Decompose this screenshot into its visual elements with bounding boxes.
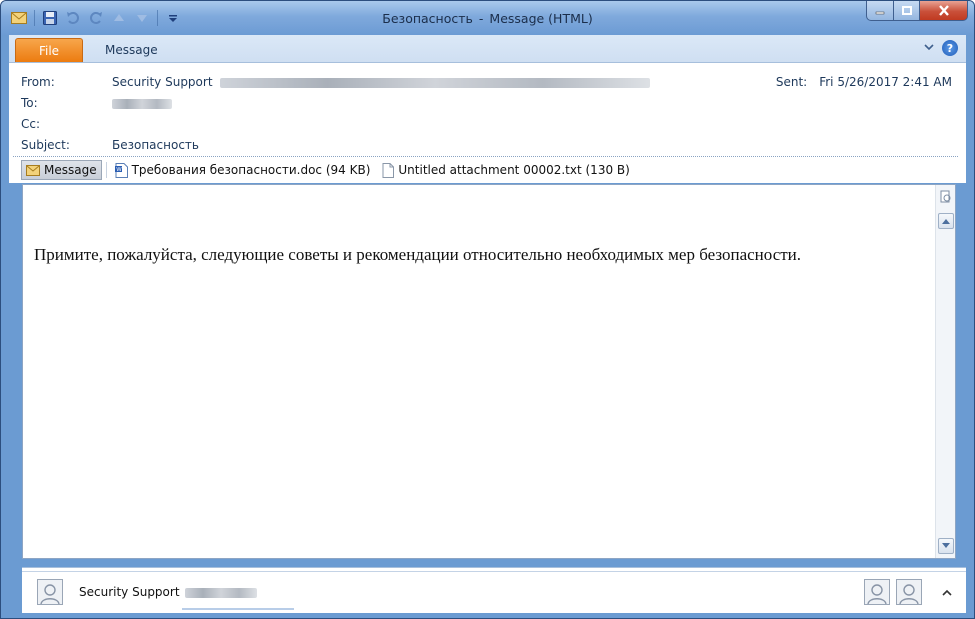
minimize-button[interactable] bbox=[866, 1, 894, 21]
person-silhouette-icon bbox=[40, 584, 60, 604]
from-value[interactable]: Security Support bbox=[112, 75, 651, 89]
attachment-separator bbox=[105, 162, 107, 178]
to-value[interactable] bbox=[112, 96, 172, 110]
scroll-up-button[interactable] bbox=[938, 213, 954, 229]
envelope-icon bbox=[26, 164, 40, 176]
expand-people-pane-button[interactable] bbox=[942, 585, 952, 599]
close-button[interactable] bbox=[920, 1, 968, 21]
person-silhouette-icon bbox=[899, 584, 919, 604]
attachment-txt-name: Untitled attachment 00002.txt (130 B) bbox=[398, 163, 630, 177]
chevron-up-icon bbox=[942, 589, 952, 596]
scroll-down-button[interactable] bbox=[938, 538, 954, 554]
attachment-doc[interactable]: W Требования безопасности.doc (94 KB) bbox=[111, 160, 375, 180]
redacted-email-address bbox=[220, 77, 651, 88]
people-pane: Security Support bbox=[22, 567, 966, 613]
window-title-subject: Безопасность bbox=[382, 11, 473, 26]
sent-value: Fri 5/26/2017 2:41 AM bbox=[819, 75, 952, 89]
to-label: To: bbox=[21, 96, 38, 110]
window-controls bbox=[866, 1, 968, 21]
redacted-recipient bbox=[112, 98, 172, 109]
maximize-button[interactable] bbox=[894, 1, 920, 21]
word-doc-icon: W bbox=[114, 162, 128, 178]
window-title: Безопасность - Message (HTML) bbox=[1, 11, 974, 26]
maximize-icon bbox=[901, 5, 912, 15]
close-icon bbox=[938, 5, 949, 16]
attachment-bar: Message W Требования безопасности.doc (9… bbox=[21, 159, 634, 181]
people-pane-highlight bbox=[182, 608, 294, 610]
title-bar: Безопасность - Message (HTML) bbox=[1, 1, 974, 35]
contact-avatar-1[interactable] bbox=[864, 579, 890, 605]
redacted-contact bbox=[185, 587, 258, 598]
svg-text:W: W bbox=[116, 167, 122, 173]
window-title-separator: - bbox=[478, 11, 484, 26]
attachment-doc-name: Требования безопасности.doc (94 KB) bbox=[131, 163, 371, 177]
vertical-scrollbar[interactable] bbox=[935, 185, 955, 558]
contact-avatar-2[interactable] bbox=[896, 579, 922, 605]
attachment-txt[interactable]: Untitled attachment 00002.txt (130 B) bbox=[378, 160, 633, 180]
tab-file[interactable]: File bbox=[15, 38, 83, 62]
message-header: From: Security Support Sent: Fri 5/26/201… bbox=[9, 63, 966, 183]
zoom-view-icon[interactable] bbox=[938, 189, 954, 205]
header-divider bbox=[13, 156, 958, 157]
window-title-suffix: Message (HTML) bbox=[489, 11, 593, 26]
ribbon-tab-row: File Message ? bbox=[9, 35, 966, 63]
minimize-ribbon-icon[interactable] bbox=[924, 41, 934, 55]
text-file-icon bbox=[382, 162, 395, 178]
sender-avatar[interactable] bbox=[37, 579, 63, 605]
cc-label: Cc: bbox=[21, 117, 41, 131]
subject-value: Безопасность bbox=[112, 138, 199, 152]
chevron-up-icon bbox=[942, 219, 950, 224]
person-silhouette-icon bbox=[867, 584, 887, 604]
minimize-icon bbox=[875, 11, 885, 14]
message-body-text: Примите, пожалуйста, следующие советы и … bbox=[34, 245, 802, 264]
message-body[interactable]: Примите, пожалуйста, следующие советы и … bbox=[22, 184, 956, 559]
chevron-down-icon bbox=[942, 543, 950, 548]
message-attachment-label: Message bbox=[44, 163, 97, 177]
ribbon-right-controls: ? bbox=[924, 40, 958, 56]
from-label: From: bbox=[21, 75, 55, 89]
outlook-message-window: Безопасность - Message (HTML) File Message… bbox=[0, 0, 975, 619]
help-icon[interactable]: ? bbox=[942, 40, 958, 56]
sent-info: Sent: Fri 5/26/2017 2:41 AM bbox=[776, 75, 952, 89]
subject-label: Subject: bbox=[21, 138, 70, 152]
sent-label: Sent: bbox=[775, 75, 808, 89]
people-pane-name-text: Security Support bbox=[79, 585, 180, 599]
from-name: Security Support bbox=[112, 75, 213, 89]
people-pane-divider bbox=[22, 571, 966, 572]
message-attachment-tab[interactable]: Message bbox=[21, 160, 102, 180]
tab-message[interactable]: Message bbox=[97, 38, 166, 62]
people-pane-name[interactable]: Security Support bbox=[79, 585, 258, 599]
